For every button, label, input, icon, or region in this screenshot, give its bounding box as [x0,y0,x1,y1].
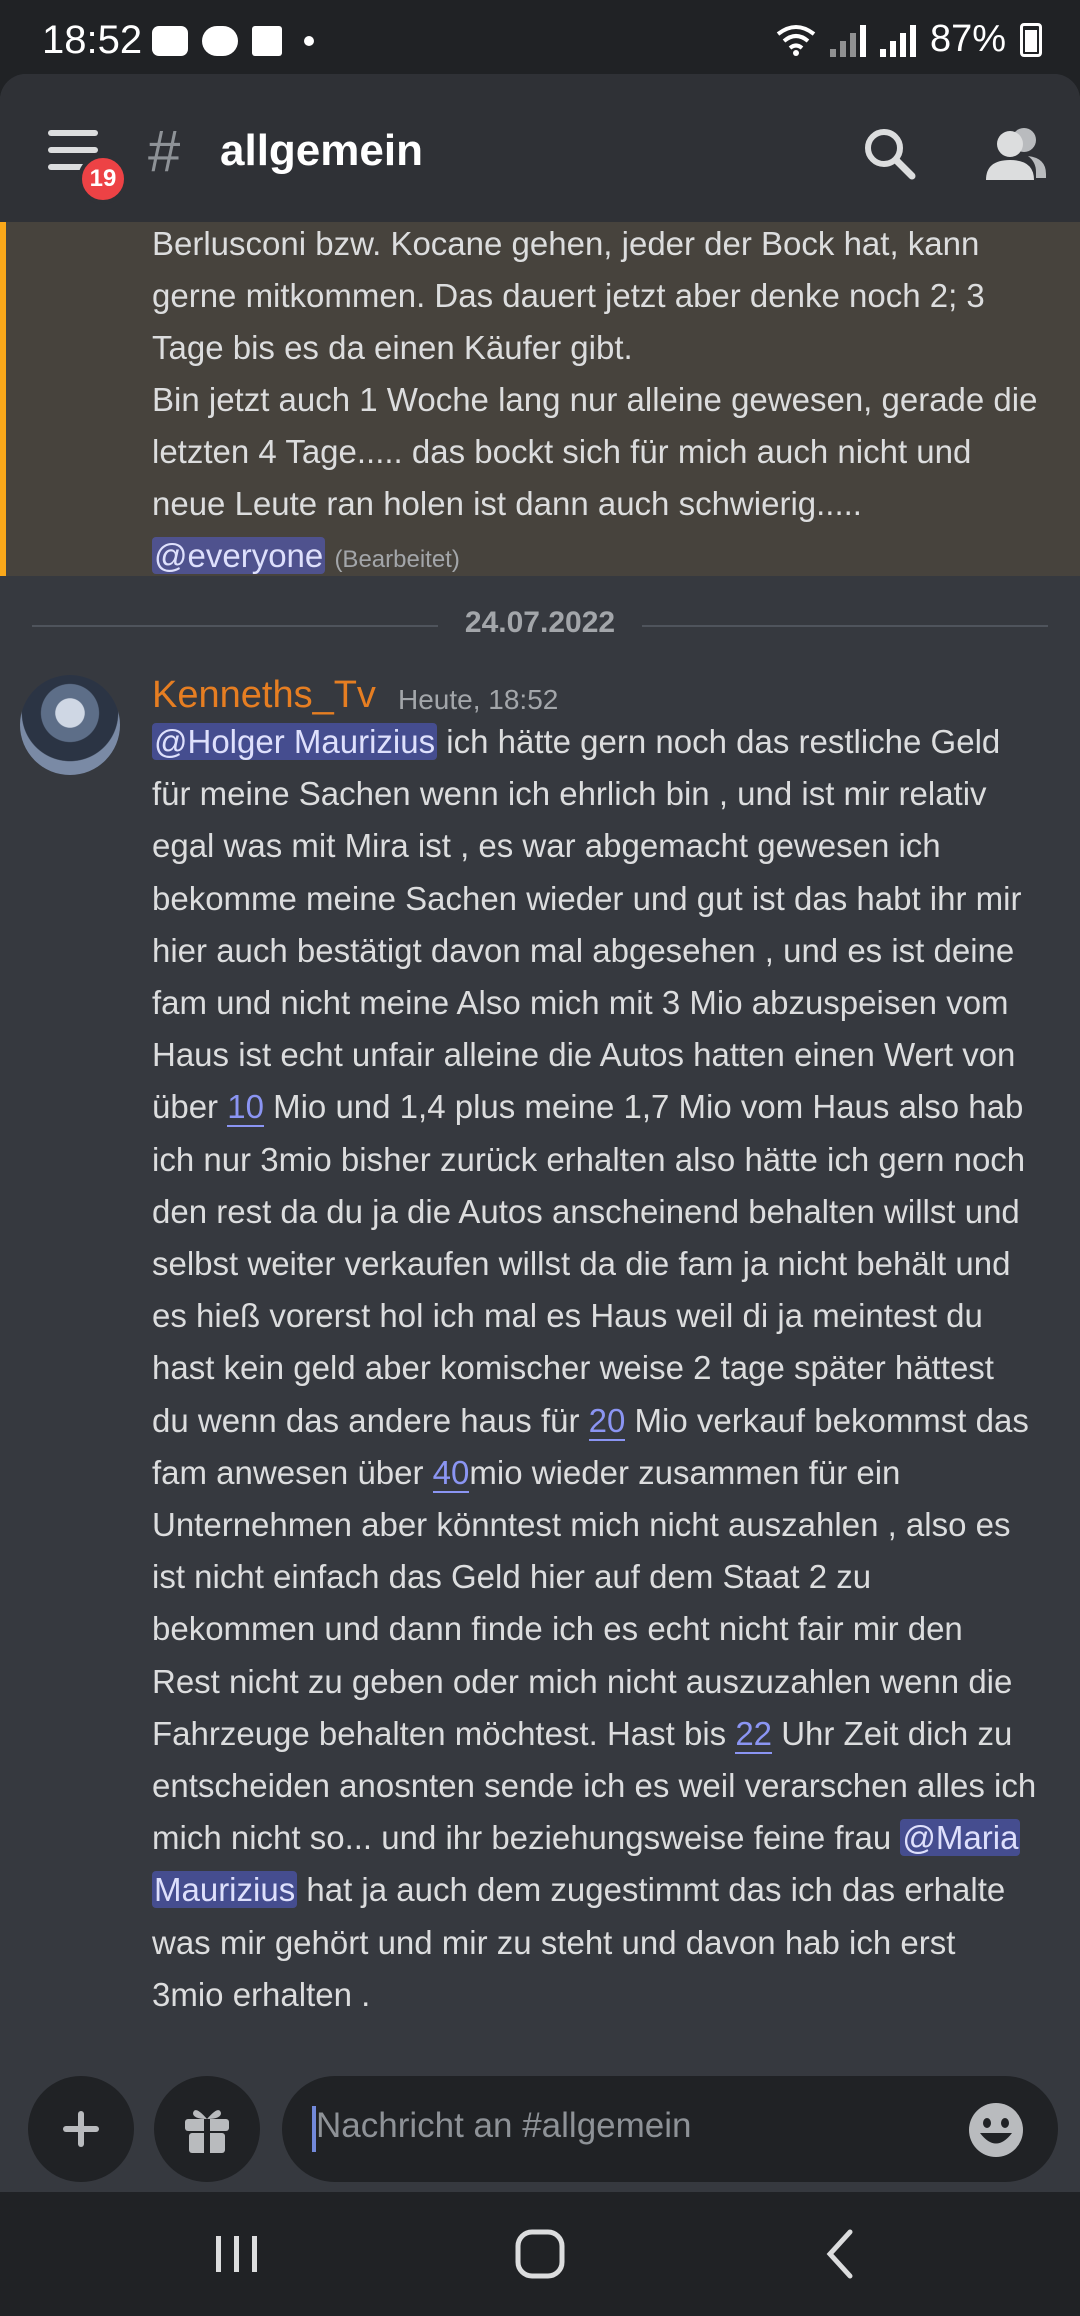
maria-mention[interactable]: @Maria [900,1819,1021,1857]
message-text: Mio und 1,4 plus meine 1,7 Mio vom Haus … [263,1088,1024,1126]
message-line: gerne mitkommen. Das dauert jetzt aber d… [152,277,985,314]
unread-badge: 19 [78,154,128,204]
message-line: Bin jetzt auch 1 Woche lang nur alleine … [152,381,1038,418]
message-input[interactable]: Nachricht an #allgemein [282,2076,1058,2182]
plus-icon [63,2111,99,2147]
holger-mention[interactable]: @Holger Maurizius [152,723,438,760]
divider-date: 24.07.2022 [464,606,616,639]
message-line: es hieß vorerst hol ich mal es Haus weil… [152,1297,983,1335]
message-text: fam anwesen über [152,1453,433,1491]
message-line: entscheiden anosnten sende ich es weil v… [152,1767,1037,1805]
status-time: 18:52 [42,18,143,62]
number-link[interactable]: 22 [735,1714,773,1754]
message-list[interactable]: Berlusconi bzw. Kocane gehen, jeder der … [0,222,1080,2052]
add-attachment-button[interactable] [28,2076,134,2182]
message-line: hier auch bestätigt davon mal abgesehen … [152,931,1015,969]
message-line: bekomme meine Sachen wieder und gut ist … [152,879,1022,917]
status-bar: 18:52 87% [0,0,1080,84]
back-icon[interactable] [812,2226,872,2282]
gift-icon [185,2110,229,2153]
message-line: bekommen und dann finde ich es echt nich… [152,1610,963,1648]
emoji-icon[interactable] [968,2102,1024,2158]
message-line: neue Leute ran holen ist dann auch schwi… [152,485,862,522]
system-nav-bar [0,2192,1080,2316]
recent-apps-icon[interactable] [206,2226,266,2282]
date-divider: 24.07.2022 [32,606,1048,640]
home-icon[interactable] [510,2226,570,2282]
message-text: Mio verkauf bekommst das [625,1401,1029,1439]
channel-header: 19 # allgemein [0,74,1080,222]
message-line: fam und nicht meine Also mich mit 3 Mio … [152,984,1009,1022]
message-line: für meine Sachen wenn ich ehrlich bin , … [152,775,987,813]
gift-button[interactable] [154,2076,260,2182]
members-icon[interactable] [984,124,1048,184]
message-text: ich hätte gern noch das restliche Geld [437,723,1001,760]
message-line: was mir gehört und mir zu steht und davo… [152,1923,956,1961]
message-text: du wenn das andere haus für [152,1401,589,1439]
message-text: über [152,1088,228,1126]
highlighted-message: Berlusconi bzw. Kocane gehen, jeder der … [0,222,1080,576]
discord-app: 19 # allgemein Berlusconi bzw. Kocane ge… [0,74,1080,2192]
message-text: mich nicht so... und ihr beziehungsweise… [152,1819,901,1857]
status-right: 87% [776,18,1042,61]
channel-hash-icon: # [148,119,181,184]
twitch-icon [252,26,282,56]
battery-icon [1020,22,1042,57]
message-body: @Holger Maurizius ich hätte gern noch da… [152,716,1072,2021]
message-text: hat ja auch dem zugestimmt das ich das e… [297,1871,1006,1909]
youtube-icon [152,26,188,56]
message-line: letzten 4 Tage..... das bockt sich für m… [152,433,972,470]
everyone-mention[interactable]: @everyone [152,537,326,574]
number-link[interactable]: 40 [432,1453,470,1493]
message-line: 3mio erhalten . [152,1975,371,2013]
message-line: ich nur 3mio bisher zurück erhalten also… [152,1140,1026,1178]
message-composer: Nachricht an #allgemein [0,2068,1080,2192]
message-line: Tage bis es da einen Käufer gibt. [152,329,633,366]
number-link[interactable]: 10 [227,1088,264,1128]
more-notifications-dot [304,36,314,46]
notification-icons [152,26,314,56]
edited-label: (Bearbeitet) [334,546,460,573]
message-line: selbst weiter verkaufen willst da die fa… [152,1245,1011,1283]
search-icon[interactable] [862,126,916,180]
message-line: Berlusconi bzw. Kocane gehen, jeder der … [152,225,980,262]
wifi-icon [776,24,816,56]
battery-percent: 87% [929,18,1006,60]
message-line: Unternehmen aber könntest mich nicht aus… [152,1506,1011,1544]
cloud-icon [202,26,238,56]
channel-title[interactable]: allgemein [220,126,423,176]
signal-icon-1 [829,23,866,57]
message-timestamp: Heute, 18:52 [398,684,559,715]
message-text: Uhr Zeit dich zu [772,1714,1013,1752]
message-author[interactable]: Kenneths_Tv [152,674,376,717]
message-line: ist nicht einfach das Geld hier auf dem … [152,1558,872,1596]
message-line: den rest da du ja die Autos anscheinend … [152,1192,1020,1230]
message-line: egal was mit Mira ist , es war abgemacht… [152,827,941,865]
message-input-placeholder: Nachricht an #allgemein [316,2106,692,2145]
message-text: mio wieder zusammen für ein [469,1453,901,1491]
message-line: hast kein geld aber komischer weise 2 ta… [152,1349,994,1387]
message-line: Rest nicht zu geben oder mich nicht ausz… [152,1662,1013,1700]
previous-message-text: Berlusconi bzw. Kocane gehen, jeder der … [152,222,1072,586]
message-line: Haus ist echt unfair alleine die Autos h… [152,1036,1016,1074]
avatar[interactable] [20,675,120,775]
signal-icon-2 [879,23,916,57]
number-link[interactable]: 20 [588,1401,626,1441]
message-text: Fahrzeuge behalten möchtest. Hast bis [152,1714,736,1752]
maria-mention[interactable]: Maurizius [152,1871,298,1909]
